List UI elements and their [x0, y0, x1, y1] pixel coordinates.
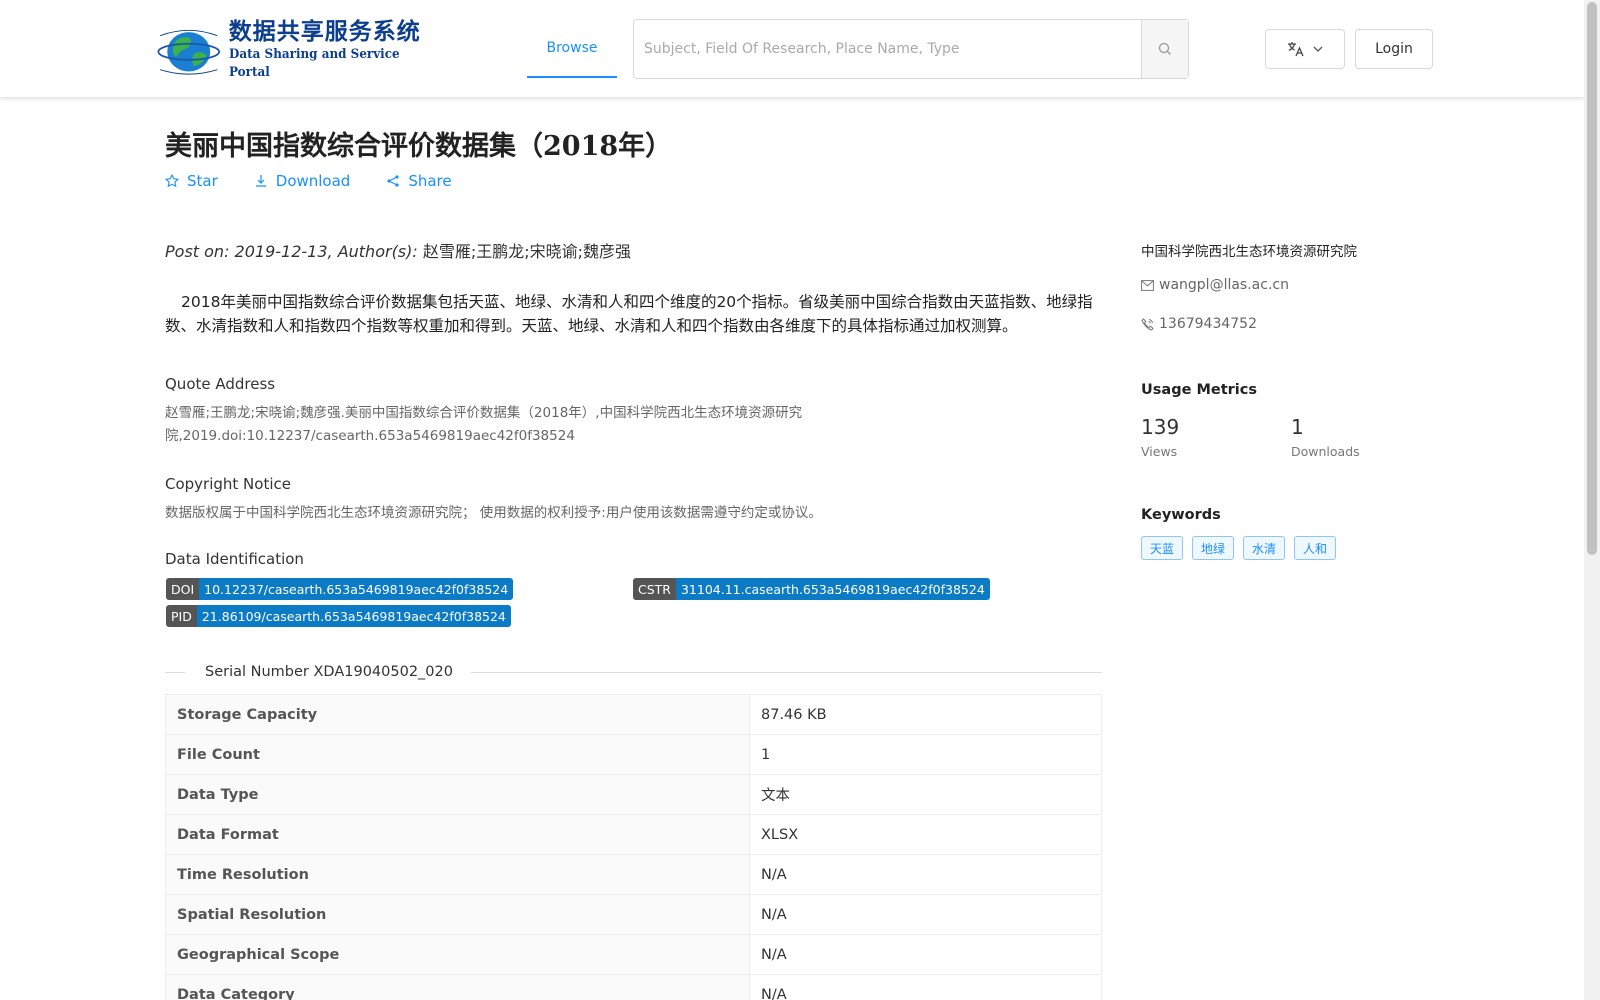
table-row: Storage Capacity 87.46 KB	[165, 694, 1102, 735]
download-button[interactable]: Download	[254, 172, 351, 190]
views-metric: 139 Views	[1141, 414, 1179, 459]
row-value: N/A	[749, 974, 1102, 1000]
cstr-badge[interactable]: CSTR 31104.11.casearth.653a5469819aec42f…	[633, 578, 990, 600]
copyright-heading: Copyright Notice	[165, 475, 291, 493]
table-row: Spatial Resolution N/A	[165, 894, 1102, 935]
pid-badge[interactable]: PID 21.86109/casearth.653a5469819aec42f0…	[166, 605, 511, 627]
phone-text: 13679434752	[1159, 316, 1257, 332]
table-row: File Count 1	[165, 734, 1102, 775]
email-text: wangpl@llas.ac.cn	[1159, 277, 1289, 293]
table-row: Data Format XLSX	[165, 814, 1102, 855]
pid-value: 21.86109/casearth.653a5469819aec42f0f385…	[196, 605, 511, 627]
serial-number: Serial Number XDA19040502_020	[205, 664, 453, 680]
chevron-down-icon	[1313, 46, 1323, 52]
row-value: XLSX	[749, 814, 1102, 855]
row-label: Geographical Scope	[165, 934, 750, 975]
row-value: 1	[749, 734, 1102, 775]
page-scrollbar[interactable]	[1584, 0, 1600, 1000]
views-count: 139	[1141, 415, 1180, 439]
row-label: File Count	[165, 734, 750, 775]
search-bar	[633, 19, 1189, 79]
logo-title-en: Data Sharing and Service Portal	[228, 47, 400, 80]
scrollbar-thumb[interactable]	[1587, 2, 1597, 555]
row-label: Time Resolution	[165, 854, 750, 895]
identification-heading: Data Identification	[165, 550, 304, 568]
copyright-text: 数据版权属于中国科学院西北生态环境资源研究院； 使用数据的权利授予:用户使用该数…	[165, 505, 822, 521]
language-switcher[interactable]	[1265, 29, 1345, 69]
dataset-info-table: Storage Capacity 87.46 KB File Count 1 Dat…	[165, 694, 1102, 1000]
star-icon	[165, 174, 179, 188]
quote-heading: Quote Address	[165, 375, 276, 393]
star-button[interactable]: Star	[165, 172, 218, 190]
cstr-value: 31104.11.casearth.653a5469819aec42f0f385…	[675, 578, 990, 600]
serial-divider: Serial Number XDA19040502_020	[165, 662, 1102, 682]
dataset-description: 2018年美丽中国指数综合评价数据集包括天蓝、地绿、水清和人和四个维度的20个指…	[165, 293, 1093, 335]
keyword-tag[interactable]: 天蓝	[1141, 536, 1184, 560]
doi-key: DOI	[166, 578, 200, 600]
nav-browse[interactable]: Browse	[527, 20, 617, 78]
translate-icon	[1288, 42, 1304, 57]
doi-badge[interactable]: DOI 10.12237/casearth.653a5469819aec42f0…	[166, 578, 514, 600]
search-input[interactable]	[634, 20, 1141, 78]
download-label: Download	[275, 172, 351, 190]
keyword-tags: 天蓝 地绿 水清 人和	[1141, 536, 1337, 560]
post-info: Post on: 2019-12-13, Author(s): 赵雪雁;王鹏龙;…	[165, 238, 631, 262]
downloads-label: Downloads	[1291, 444, 1360, 459]
views-label: Views	[1141, 444, 1178, 459]
pid-key: PID	[166, 605, 197, 627]
site-logo[interactable]: 数据共享服务系统 Data Sharing and Service Portal	[153, 18, 438, 80]
downloads-metric: 1 Downloads	[1291, 414, 1360, 459]
globe-logo-icon	[157, 29, 221, 75]
organization-name: 中国科学院西北生态环境资源研究院	[1141, 244, 1357, 260]
row-value: N/A	[749, 894, 1102, 935]
row-value: N/A	[749, 934, 1102, 975]
row-value: N/A	[749, 854, 1102, 895]
quote-text: 赵雪雁;王鹏龙;宋晓谕;魏彦强.美丽中国指数综合评价数据集（2018年）,中国科…	[165, 405, 803, 444]
table-row: Geographical Scope N/A	[165, 934, 1102, 975]
doi-value: 10.12237/casearth.653a5469819aec42f0f385…	[199, 578, 514, 600]
keyword-tag[interactable]: 人和	[1294, 536, 1337, 560]
post-date: Post on: 2019-12-13, Author(s):	[165, 242, 423, 261]
mail-icon	[1141, 279, 1154, 291]
search-icon	[1158, 42, 1171, 55]
share-button[interactable]: Share	[386, 172, 452, 190]
phone-icon	[1141, 317, 1154, 331]
login-button[interactable]: Login	[1355, 29, 1433, 69]
star-label: Star	[187, 172, 218, 190]
table-row: Time Resolution N/A	[165, 854, 1102, 895]
contact-email[interactable]: wangpl@llas.ac.cn	[1141, 277, 1289, 293]
share-icon	[387, 175, 399, 187]
row-value: 文本	[749, 774, 1102, 815]
row-label: Storage Capacity	[165, 694, 750, 735]
keywords-heading: Keywords	[1141, 507, 1221, 523]
keyword-tag[interactable]: 水清	[1243, 536, 1286, 560]
table-row: Data Type 文本	[165, 774, 1102, 815]
row-label: Data Category	[165, 974, 750, 1000]
table-row: Data Category N/A	[165, 974, 1102, 1000]
search-button[interactable]	[1141, 20, 1188, 78]
contact-phone: 13679434752	[1141, 316, 1257, 332]
row-label: Data Type	[165, 774, 750, 815]
download-icon	[255, 175, 266, 187]
cstr-key: CSTR	[633, 578, 676, 600]
row-label: Data Format	[165, 814, 750, 855]
dataset-actions: Star Download Share	[165, 172, 452, 190]
page-title: 美丽中国指数综合评价数据集（2018年）	[165, 131, 673, 162]
row-value: 87.46 KB	[749, 694, 1102, 735]
keyword-tag[interactable]: 地绿	[1192, 536, 1235, 560]
usage-metrics-heading: Usage Metrics	[1141, 382, 1257, 398]
share-label: Share	[408, 172, 452, 190]
authors: 赵雪雁;王鹏龙;宋晓谕;魏彦强	[422, 242, 632, 261]
logo-title-cn: 数据共享服务系统	[228, 18, 421, 45]
downloads-count: 1	[1291, 415, 1304, 439]
row-label: Spatial Resolution	[165, 894, 750, 935]
top-header: 数据共享服务系统 Data Sharing and Service Portal…	[0, 0, 1584, 98]
